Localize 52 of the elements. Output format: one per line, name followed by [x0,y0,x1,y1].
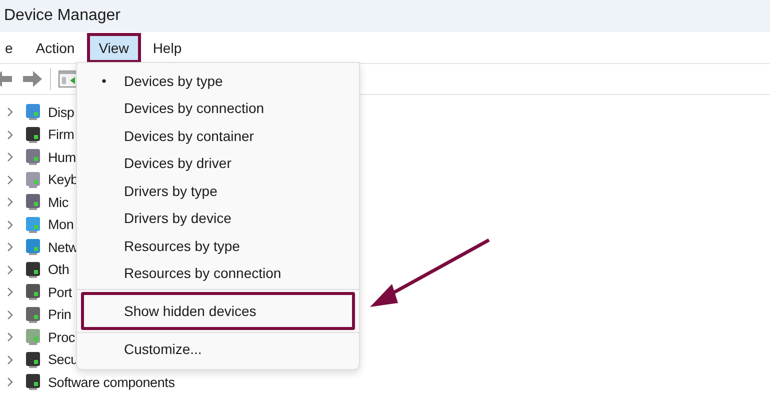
tree-item[interactable]: Proc [48,330,75,345]
device-icon [23,237,43,258]
device-icon [23,124,43,145]
window-title: Device Manager [4,7,120,25]
menu-option[interactable]: Devices by container [81,122,355,150]
chevron-icon[interactable] [6,174,14,185]
chevron-icon[interactable] [6,354,14,365]
menu-option[interactable]: Devices by driver [81,150,355,177]
device-icon [23,350,43,370]
menu-option[interactable]: Devices by connection [81,94,355,122]
tree-item[interactable]: Firm [48,127,74,142]
tree-item[interactable]: Prin [48,307,72,322]
device-icon [23,260,43,280]
chevron-icon[interactable] [6,130,14,140]
device-icon [23,102,43,122]
tree-item[interactable]: Mon [48,217,74,232]
menu-item[interactable]: Help [142,34,193,62]
menu-option[interactable]: Drivers by device [81,204,355,232]
chevron-icon[interactable] [6,332,14,342]
menu-option[interactable]: Show hidden devices [81,292,355,330]
chevron-icon[interactable] [6,220,14,230]
device-icon [23,214,43,235]
device-icon [23,147,43,168]
menu-option[interactable]: Resources by type [81,232,355,260]
device-icon [23,170,43,190]
device-icon [23,304,43,325]
tree-item[interactable]: Software components [48,374,175,390]
menu-option[interactable]: Resources by connection [81,260,355,287]
menu-option[interactable]: Devices by type [81,67,355,94]
chevron-icon[interactable] [6,107,14,118]
device-icon [23,192,43,212]
device-icon [23,327,43,348]
chevron-icon[interactable] [6,310,14,320]
chevron-icon[interactable] [6,152,14,162]
menu-item[interactable]: View [86,32,141,62]
chevron-icon[interactable] [6,197,14,208]
chevron-icon[interactable] [6,377,14,388]
menu-option[interactable]: Drivers by type [81,177,355,204]
menu-item[interactable]: Action [24,34,86,62]
tree-item[interactable]: Hum [48,150,76,165]
chevron-icon[interactable] [6,264,14,275]
device-icon [23,372,43,392]
menu-item[interactable]: e [0,34,24,62]
chevron-icon[interactable] [6,242,14,252]
tree-item[interactable]: Mic [48,194,68,210]
device-icon [23,282,43,302]
chevron-icon[interactable] [6,287,14,298]
tree-item[interactable]: Oth [48,262,70,278]
tree-item[interactable]: Disp [48,104,74,120]
forward-arrow-icon[interactable] [21,69,43,89]
menu-option[interactable]: Customize... [81,335,355,362]
tree-item[interactable]: Port [48,284,72,300]
